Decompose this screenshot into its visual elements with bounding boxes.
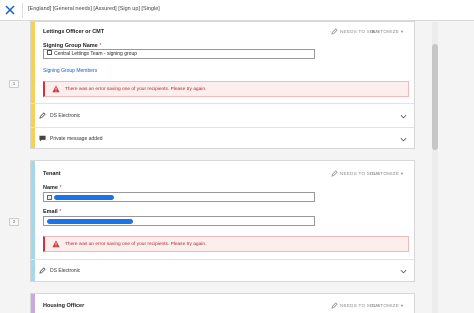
signing-group-field[interactable]: Central Lettings Team - signing group (43, 49, 315, 59)
customize-dropdown[interactable]: CUSTOMIZE (370, 29, 399, 34)
name-label: Name * (43, 185, 62, 191)
recipient-card: Housing Officer NEEDS TO SIGN CUSTOMIZE … (30, 293, 415, 313)
group-icon (47, 50, 52, 56)
redacted-email (47, 219, 133, 224)
signing-group-members-link[interactable]: Signing Group Members (43, 68, 97, 74)
delivery-row[interactable]: DS Electronic (31, 259, 414, 282)
redacted-name (54, 195, 114, 200)
scrollbar-thumb[interactable] (432, 44, 438, 150)
chevron-down-icon[interactable] (400, 269, 407, 274)
routing-order-input[interactable]: 1 (9, 80, 19, 88)
chevron-down-icon[interactable] (400, 137, 407, 142)
warning-icon (52, 240, 60, 248)
recipient-role: Lettings Officer or CMT (43, 29, 105, 35)
message-icon (39, 135, 46, 142)
warning-icon (52, 85, 60, 93)
private-message-row[interactable]: Private message added (31, 127, 414, 149)
chevron-down-icon[interactable] (400, 114, 407, 119)
email-label: Email * (43, 209, 62, 215)
pen-icon (331, 302, 338, 309)
error-message: There was an error saving one of your re… (65, 87, 207, 92)
envelope-title: [England] [General needs] [Assured] [Sig… (28, 6, 160, 12)
customize-dropdown[interactable]: CUSTOMIZE (370, 303, 399, 308)
recipient-card: Tenant NEEDS TO SIGN CUSTOMIZE ▼ Name * … (30, 160, 415, 282)
error-message: There was an error saving one of your re… (65, 242, 207, 247)
delivery-method: DS Electronic (50, 113, 81, 119)
recipient-role: Tenant (43, 171, 61, 177)
close-icon[interactable] (3, 3, 17, 17)
divider (22, 3, 23, 18)
email-field[interactable] (43, 216, 315, 226)
user-icon (47, 194, 52, 200)
error-alert: There was an error saving one of your re… (43, 81, 409, 97)
delivery-row[interactable]: DS Electronic (31, 103, 414, 127)
private-message-status: Private message added (50, 136, 103, 142)
pen-icon (39, 267, 46, 274)
pen-icon (331, 170, 338, 177)
delivery-method: DS Electronic (50, 268, 81, 274)
caret-down-icon: ▼ (400, 303, 404, 308)
pen-icon (39, 112, 46, 119)
caret-down-icon: ▼ (400, 171, 404, 176)
caret-down-icon: ▼ (400, 29, 404, 34)
routing-order-input[interactable]: 2 (9, 218, 19, 226)
recipient-card: Lettings Officer or CMT NEEDS TO SIGN ▼ … (30, 21, 415, 149)
name-field[interactable] (43, 192, 315, 202)
top-bar: [England] [General needs] [Assured] [Sig… (0, 0, 474, 21)
pen-icon (331, 28, 338, 35)
recipient-color-stripe (31, 294, 35, 313)
customize-dropdown[interactable]: CUSTOMIZE (370, 171, 399, 176)
recipient-role: Housing Officer (43, 303, 85, 309)
error-alert: There was an error saving one of your re… (43, 236, 409, 252)
